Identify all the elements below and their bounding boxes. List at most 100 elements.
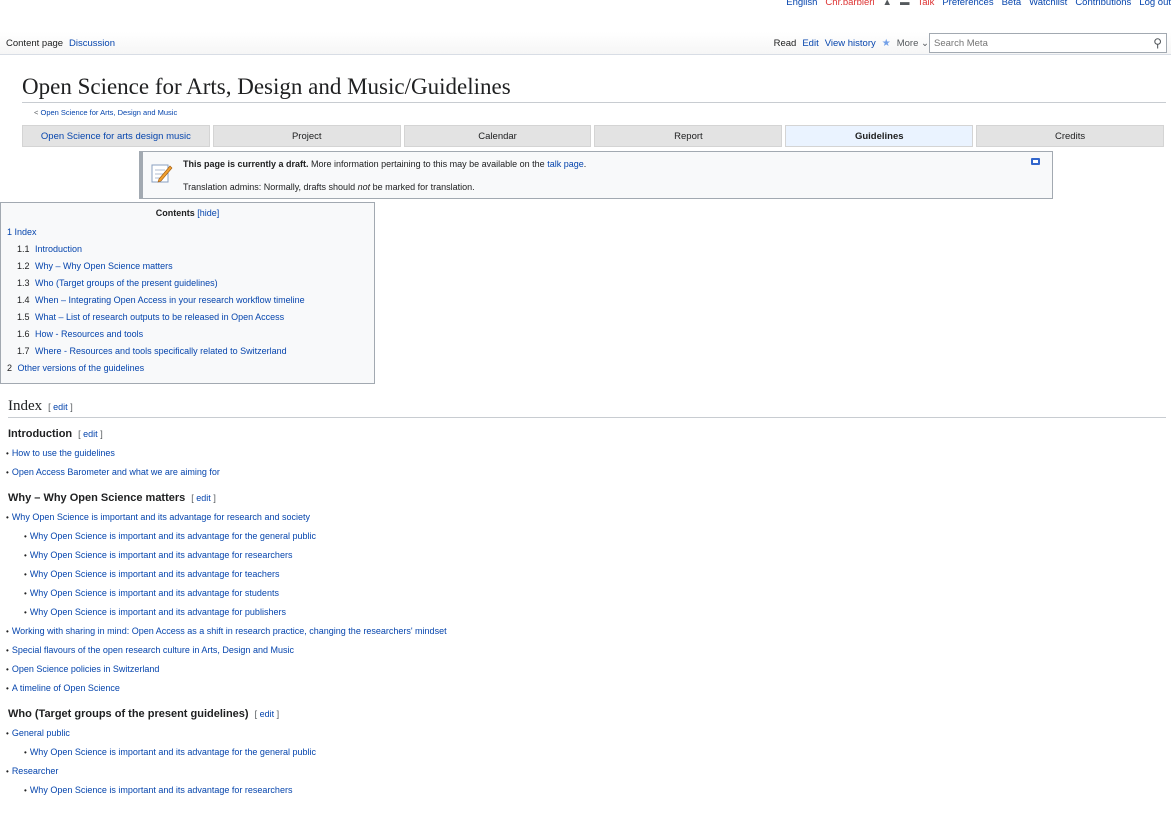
toc-item[interactable]: 2 Other versions of the guidelines [7,360,368,377]
list-link[interactable]: Open Access Barometer and what we are ai… [12,467,220,477]
toc-num: 1.4 [17,295,30,305]
messages-icon[interactable]: ▬ [900,0,910,8]
list-item[interactable]: Why Open Science is important and its ad… [6,743,1171,762]
talk-page-link[interactable]: talk page [547,159,584,169]
tab-read[interactable]: Read [774,38,797,49]
tab-discussion[interactable]: Discussion [69,38,115,49]
translate-icon[interactable] [1031,158,1040,165]
edit-link[interactable]: edit [53,402,68,412]
edit-link[interactable]: edit [260,709,275,719]
tab-edit[interactable]: Edit [802,38,818,49]
list-item[interactable]: Open Access Barometer and what we are ai… [6,463,1171,482]
logout-link[interactable]: Log out [1139,0,1171,8]
draft-notice-period: . [583,159,587,169]
preferences-link[interactable]: Preferences [942,0,993,8]
edit-section-link[interactable]: [ edit ] [48,402,73,412]
beta-link[interactable]: Beta [1002,0,1022,8]
chevron-down-icon: ⌄ [921,38,929,49]
list-link[interactable]: Working with sharing in mind: Open Acces… [12,626,447,636]
navtab-guidelines[interactable]: Guidelines [785,125,974,147]
section-heading-introduction: Introduction [ edit ] [8,428,1171,440]
list-item[interactable]: Special flavours of the open research cu… [6,641,1171,660]
table-of-contents: Contents [hide] 1 Index 1.1 Introduction… [0,202,375,384]
toc-num: 1.5 [17,312,30,322]
who-list: General public Why Open Science is impor… [6,724,1171,800]
toc-label: When – Integrating Open Access in your r… [35,295,305,305]
guidelines-navbox: Open Science for arts design music Proje… [22,125,1164,147]
tab-view-history[interactable]: View history [825,38,876,49]
toc-num: 2 [7,363,13,373]
navtab-project[interactable]: Project [212,125,401,147]
breadcrumb-parent-link[interactable]: Open Science for Arts, Design and Music [40,108,177,117]
list-link[interactable]: A timeline of Open Science [12,683,120,693]
watchlist-link[interactable]: Watchlist [1029,0,1067,8]
toc-item[interactable]: 1.5 What – List of research outputs to b… [7,309,368,326]
navtab-credits[interactable]: Credits [976,125,1164,147]
edit-link[interactable]: edit [83,429,98,439]
list-item[interactable]: How to use the guidelines [6,444,1171,463]
toc-num: 1.3 [17,278,30,288]
list-item[interactable]: Why Open Science is important and its ad… [6,584,1171,603]
list-item[interactable]: Why Open Science is important and its ad… [6,603,1171,622]
toc-item[interactable]: 1.6 How - Resources and tools [7,326,368,343]
toc-item[interactable]: 1.2 Why – Why Open Science matters [7,258,368,275]
list-item[interactable]: Why Open Science is important and its ad… [6,781,1171,800]
toc-num: 1.2 [17,261,30,271]
toc-item[interactable]: 1.7 Where - Resources and tools specific… [7,343,368,360]
toc-num: 1.7 [17,346,30,356]
toc-item[interactable]: 1.4 When – Integrating Open Access in yo… [7,292,368,309]
list-item[interactable]: General public [6,724,1171,743]
list-item[interactable]: Open Science policies in Switzerland [6,660,1171,679]
list-item[interactable]: Researcher [6,762,1171,781]
list-link[interactable]: Open Science policies in Switzerland [12,664,160,674]
breadcrumb-arrow: < [34,108,39,117]
edit-section-link[interactable]: [ edit ] [78,429,103,439]
draft-notice-emphasis: not [357,182,371,192]
edit-section-link[interactable]: [ edit ] [255,709,280,719]
edit-link[interactable]: edit [196,493,211,503]
list-link[interactable]: Researcher [12,766,59,776]
section-heading-who: Who (Target groups of the present guidel… [8,708,1171,720]
draft-notice-text: More information pertaining to this may … [308,159,548,169]
contributions-link[interactable]: Contributions [1075,0,1131,8]
search-input[interactable] [932,36,1136,50]
list-link[interactable]: General public [12,728,70,738]
list-link[interactable]: Why Open Science is important and its ad… [30,569,280,579]
list-item[interactable]: Why Open Science is important and its ad… [6,546,1171,565]
tab-content-page[interactable]: Content page [6,38,63,49]
toc-item[interactable]: 1 Index [7,224,368,241]
list-link[interactable]: Why Open Science is important and its ad… [30,607,286,617]
navtab-home[interactable]: Open Science for arts design music [22,125,210,147]
toc-label: Introduction [35,244,83,254]
search-box[interactable]: ⚲ [929,33,1167,53]
list-link[interactable]: How to use the guidelines [12,448,115,458]
user-link[interactable]: Chr.barbieri [825,0,874,8]
list-link[interactable]: Special flavours of the open research cu… [12,645,294,655]
pencil-icon [151,164,173,183]
list-item[interactable]: Why Open Science is important and its ad… [6,527,1171,546]
list-link[interactable]: Why Open Science is important and its ad… [30,531,316,541]
navtab-calendar[interactable]: Calendar [403,125,592,147]
toc-hide-toggle[interactable]: [hide] [197,208,219,218]
toc-label: Where - Resources and tools specifically… [35,346,287,356]
search-icon[interactable]: ⚲ [1153,36,1162,50]
more-menu[interactable]: More ⌄ [897,38,929,49]
list-link[interactable]: Why Open Science is important and its ad… [30,747,316,757]
list-link[interactable]: Why Open Science is important and its ad… [30,588,279,598]
personal-tools: English Chr.barbieri ▲ ▬ Talk Preference… [786,0,1171,8]
edit-section-link[interactable]: [ edit ] [191,493,216,503]
list-item[interactable]: Why Open Science is important and its ad… [6,508,1171,527]
watch-star-icon[interactable]: ★ [882,38,891,49]
language-link[interactable]: English [786,0,817,8]
list-link[interactable]: Why Open Science is important and its ad… [12,512,310,522]
list-item[interactable]: A timeline of Open Science [6,679,1171,698]
list-item[interactable]: Why Open Science is important and its ad… [6,565,1171,584]
toc-item[interactable]: 1.1 Introduction [7,241,368,258]
list-link[interactable]: Why Open Science is important and its ad… [30,550,293,560]
list-item[interactable]: Working with sharing in mind: Open Acces… [6,622,1171,641]
notifications-icon[interactable]: ▲ [883,0,892,8]
list-link[interactable]: Why Open Science is important and its ad… [30,785,293,795]
talk-link[interactable]: Talk [917,0,934,8]
toc-item[interactable]: 1.3 Who (Target groups of the present gu… [7,275,368,292]
navtab-report[interactable]: Report [594,125,783,147]
